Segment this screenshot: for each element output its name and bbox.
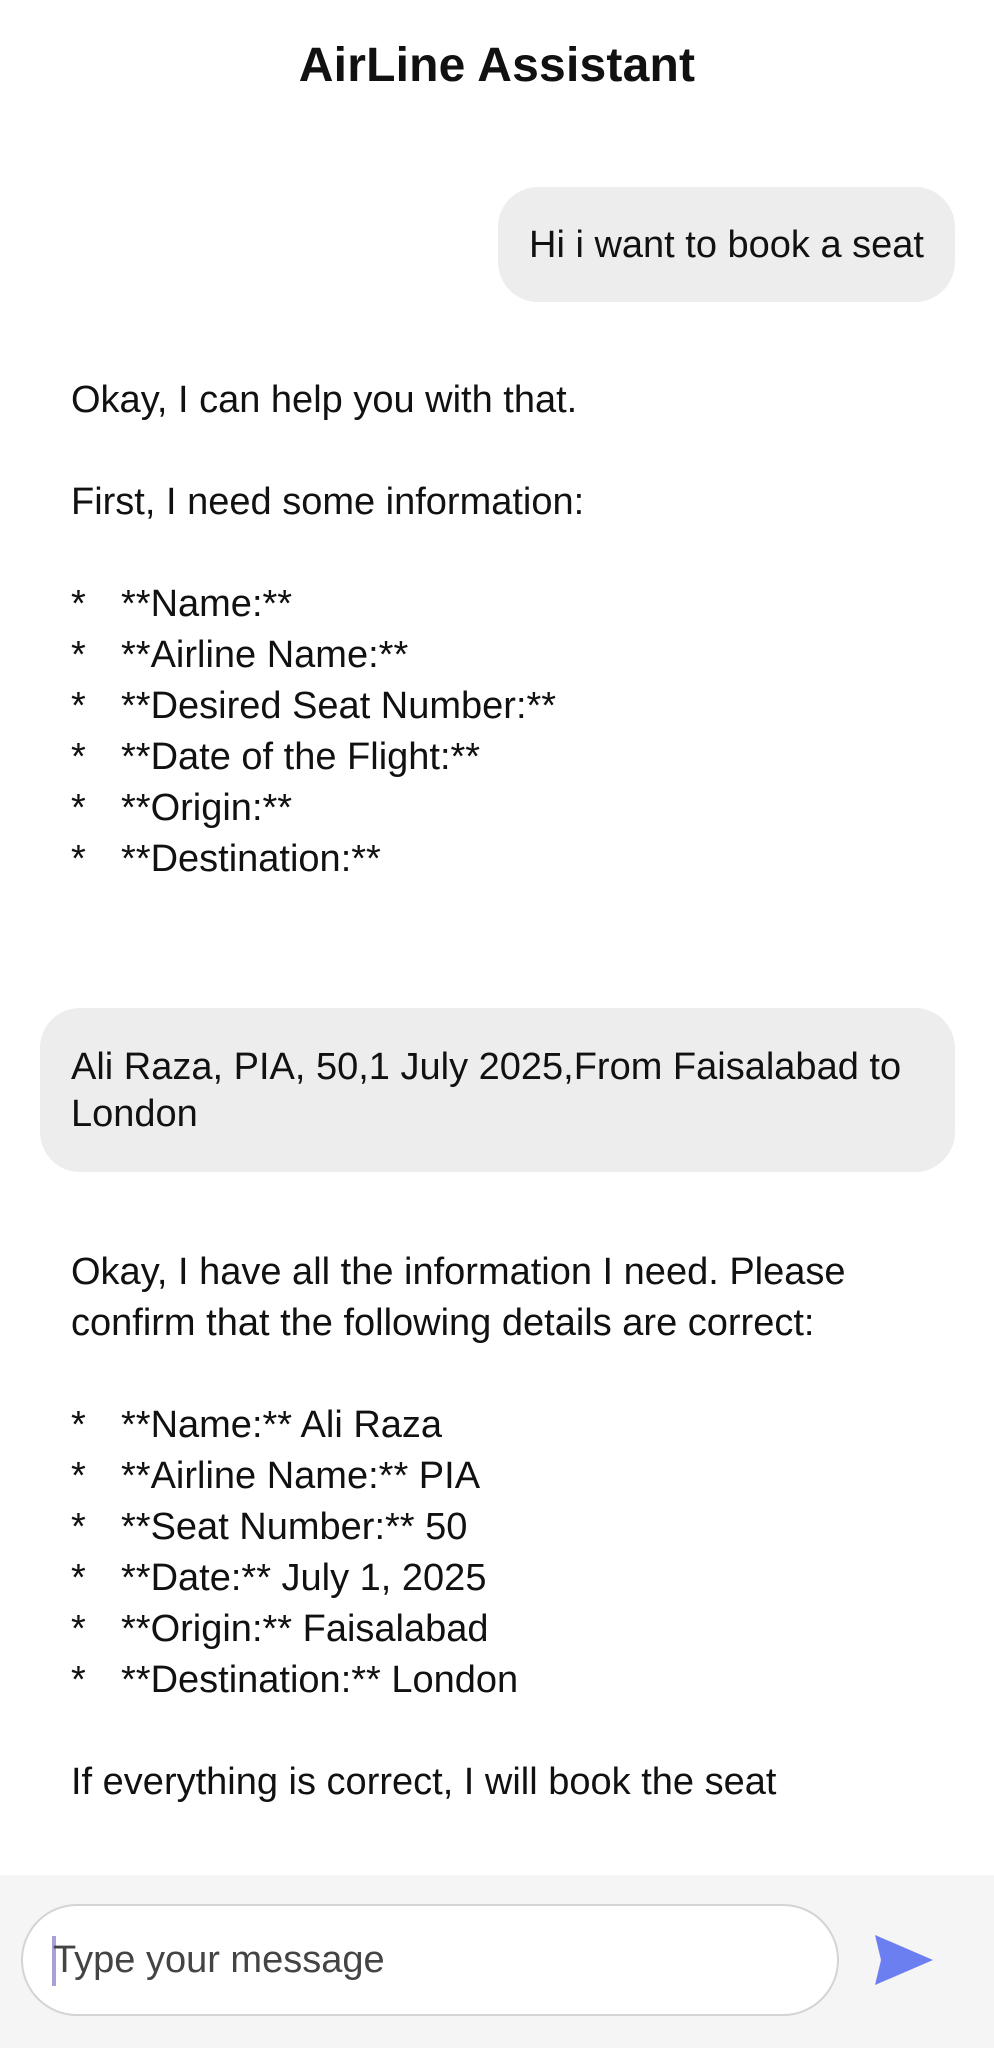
list-item: * **Name:** [71, 579, 951, 630]
confirmation-details-list: * **Name:** Ali Raza * **Airline Name:** P… [71, 1400, 951, 1706]
list-item-text: **Name:** Ali Raza [121, 1404, 443, 1446]
bullet-star: * [71, 1455, 86, 1497]
list-item-text: **Name:** [121, 583, 293, 625]
list-item: * **Airline Name:** [71, 630, 951, 681]
message-input-placeholder: Type your message [53, 1939, 385, 1981]
bullet-star: * [71, 1404, 86, 1446]
list-item-text: **Seat Number:** 50 [121, 1506, 468, 1548]
list-item: * **Airline Name:** PIA [71, 1451, 951, 1502]
list-item-text: **Airline Name:** PIA [121, 1455, 481, 1497]
assistant-message-intro: Okay, I have all the information I need.… [71, 1251, 846, 1344]
list-item: * **Destination:** London [71, 1655, 951, 1706]
list-item: * **Origin:** Faisalabad [71, 1604, 951, 1655]
bullet-star: * [71, 1506, 86, 1548]
list-item-text: **Date:** July 1, 2025 [121, 1557, 487, 1599]
assistant-message-lead: First, I need some information: [71, 481, 585, 523]
list-item-text: **Origin:** Faisalabad [121, 1608, 489, 1650]
user-message-bubble: Ali Raza, PIA, 50,1 July 2025,From Faisa… [40, 1008, 955, 1172]
user-message-bubble: Hi i want to book a seat [498, 187, 955, 302]
assistant-message: Okay, I can help you with that. First, I… [71, 375, 951, 885]
list-item: * **Origin:** [71, 783, 951, 834]
bullet-star: * [71, 634, 86, 676]
bullet-star: * [71, 1557, 86, 1599]
list-item: * **Name:** Ali Raza [71, 1400, 951, 1451]
list-item-text: **Date of the Flight:** [121, 736, 481, 778]
bullet-star: * [71, 1608, 86, 1650]
message-input[interactable]: Type your message [21, 1904, 839, 2016]
send-button[interactable] [873, 1933, 935, 1987]
page-title: AirLine Assistant [298, 39, 696, 92]
bullet-star: * [71, 1659, 86, 1701]
bullet-star: * [71, 787, 86, 829]
list-item-text: **Desired Seat Number:** [121, 685, 557, 727]
list-item-text: **Destination:** [121, 838, 381, 880]
message-list[interactable]: Hi i want to book a seat Okay, I can hel… [0, 150, 994, 1875]
bullet-star: * [71, 736, 86, 778]
list-item-text: **Origin:** [121, 787, 293, 829]
list-item-text: **Airline Name:** [121, 634, 409, 676]
chat-screen: AirLine Assistant Hi i want to book a se… [0, 0, 994, 2048]
list-item: * **Desired Seat Number:** [71, 681, 951, 732]
assistant-message: Okay, I have all the information I need.… [71, 1247, 951, 1808]
list-item: * **Date:** July 1, 2025 [71, 1553, 951, 1604]
bullet-star: * [71, 685, 86, 727]
list-item-text: **Destination:** London [121, 1659, 519, 1701]
assistant-message-outro: If everything is correct, I will book th… [71, 1761, 777, 1803]
list-item: * **Date of the Flight:** [71, 732, 951, 783]
requested-info-list: * **Name:** * **Airline Name:** * **Desired… [71, 579, 951, 885]
send-icon [875, 1935, 933, 1985]
list-item: * **Seat Number:** 50 [71, 1502, 951, 1553]
assistant-message-intro: Okay, I can help you with that. [71, 379, 578, 421]
message-composer: Type your message [0, 1875, 994, 2048]
bullet-star: * [71, 838, 86, 880]
bullet-star: * [71, 583, 86, 625]
list-item: * **Destination:** [71, 834, 951, 885]
